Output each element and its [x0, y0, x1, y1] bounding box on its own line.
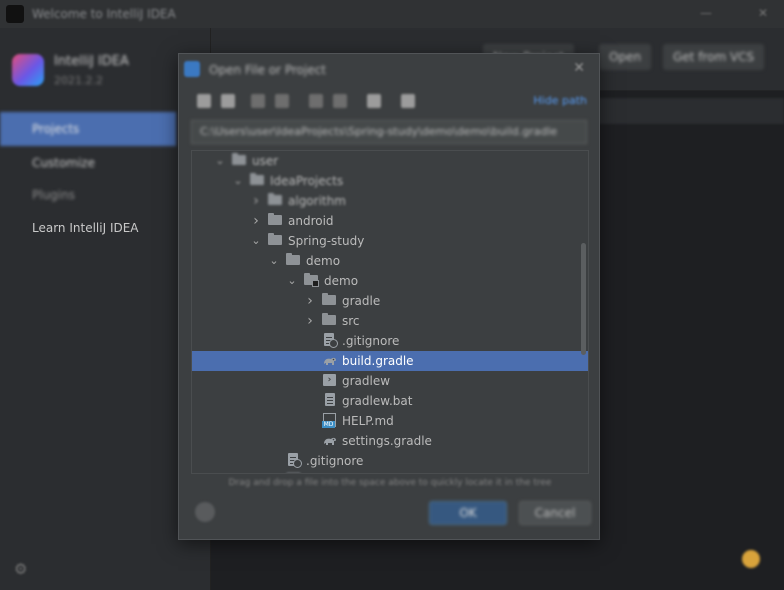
home-icon[interactable] — [197, 94, 211, 108]
chevron-right-icon[interactable]: › — [250, 211, 262, 231]
terminal-file-icon: › — [322, 371, 338, 391]
refresh-icon[interactable] — [367, 94, 381, 108]
app-version: 2021.2.2 — [54, 74, 103, 87]
dialog-title: Open File or Project — [209, 63, 326, 77]
drag-drop-hint: Drag and drop a file into the space abov… — [228, 478, 552, 488]
open-button[interactable]: Open — [599, 44, 652, 70]
folder-icon — [268, 231, 284, 251]
hide-path-link[interactable]: Hide path — [533, 94, 587, 107]
tree-row-label: build.gradle — [342, 354, 414, 368]
markdown-file-icon: MD — [286, 471, 302, 473]
tree-row-label: settings.gradle — [342, 434, 432, 448]
app-logo-icon — [6, 5, 24, 23]
folder-icon — [250, 171, 266, 191]
module-folder-icon — [304, 271, 320, 291]
gradle-elephant-icon — [322, 351, 338, 371]
tree-row[interactable]: › gradlew — [192, 371, 588, 391]
tree-row-label: .gitignore — [342, 334, 400, 348]
folder-icon — [322, 311, 338, 331]
desktop-icon[interactable] — [221, 94, 235, 108]
chevron-down-icon[interactable]: ⌄ — [232, 171, 244, 191]
tree-row[interactable]: ⌄ IdeaProjects — [192, 171, 588, 191]
folder-icon — [322, 291, 338, 311]
tree-row-label: gradlew.bat — [342, 394, 413, 408]
markdown-file-icon: MD — [322, 411, 338, 431]
delete-icon[interactable] — [333, 94, 347, 108]
chevron-down-icon[interactable]: ⌄ — [250, 231, 262, 251]
get-from-vcs-button[interactable]: Get from VCS — [663, 44, 765, 70]
ignore-file-icon — [322, 331, 338, 351]
tree-row[interactable]: › src — [192, 311, 588, 331]
notification-icon[interactable] — [742, 550, 760, 568]
tree-row-label: android — [288, 214, 334, 228]
open-file-dialog: Open File or Project ✕ Hide path C:\User… — [178, 53, 600, 540]
sidebar-item-projects[interactable]: Projects — [0, 112, 176, 146]
folder-icon — [268, 191, 284, 211]
tree-row-label: gradlew — [342, 374, 391, 388]
tree-row-label: Spring-study — [288, 234, 365, 248]
folder-icon — [232, 151, 248, 171]
help-icon[interactable] — [195, 502, 215, 522]
chevron-down-icon[interactable]: ⌄ — [286, 271, 298, 291]
sidebar-item-learn[interactable]: Learn IntelliJ IDEA — [0, 211, 176, 245]
title-bar: Welcome to IntelliJ IDEA — ✕ — [0, 0, 784, 29]
tree-row-label: demo — [324, 274, 359, 288]
intellij-logo-icon — [12, 54, 44, 86]
project-icon[interactable] — [251, 94, 265, 108]
show-hidden-icon[interactable] — [401, 94, 415, 108]
tree-row-label: HELP.md — [342, 414, 394, 428]
path-input[interactable]: C:\Users\user\IdeaProjects\Spring-study\… — [191, 120, 587, 144]
tree-row-label: algorithm — [288, 194, 346, 208]
dialog-close-icon[interactable]: ✕ — [573, 60, 585, 76]
dialog-toolbar: Hide path — [191, 90, 587, 114]
minimize-icon[interactable]: — — [700, 6, 714, 20]
tree-row[interactable]: settings.gradle — [192, 431, 588, 451]
ok-button[interactable]: OK — [429, 501, 507, 525]
tree-row[interactable]: ⌄ demo — [192, 251, 588, 271]
gradle-elephant-icon — [322, 431, 338, 451]
tree-row-label: demo — [306, 254, 341, 268]
ignore-file-icon — [286, 451, 302, 471]
folder-icon — [286, 251, 302, 271]
chevron-right-icon[interactable]: › — [250, 191, 262, 211]
dialog-app-icon — [184, 61, 200, 77]
sidebar-item-plugins[interactable]: Plugins — [0, 178, 176, 212]
module-icon[interactable] — [275, 94, 289, 108]
file-tree[interactable]: MD README.md .gitignore settings.gradle MD HE… — [191, 150, 589, 474]
tree-row[interactable]: .gitignore — [192, 331, 588, 351]
settings-gear-icon[interactable]: ⚙ — [14, 560, 27, 578]
tree-row[interactable]: .gitignore — [192, 451, 588, 471]
tree-row[interactable]: › gradle — [192, 291, 588, 311]
tree-row-label: gradle — [342, 294, 381, 308]
chevron-down-icon[interactable]: ⌄ — [214, 151, 226, 171]
tree-row[interactable]: › algorithm — [192, 191, 588, 211]
chevron-right-icon[interactable]: › — [304, 291, 316, 311]
tree-row[interactable]: MD README.md — [192, 471, 588, 473]
chevron-right-icon[interactable]: › — [304, 311, 316, 331]
tree-row[interactable]: ⌄ Spring-study — [192, 231, 588, 251]
app-name: IntelliJ IDEA — [54, 54, 129, 69]
tree-row[interactable]: ⌄ user — [192, 151, 588, 171]
tree-scrollbar[interactable] — [581, 243, 586, 355]
tree-row-label: IdeaProjects — [270, 174, 344, 188]
tree-row[interactable]: MD HELP.md — [192, 411, 588, 431]
tree-row[interactable]: gradlew.bat — [192, 391, 588, 411]
tree-row-label: src — [342, 314, 360, 328]
tree-row[interactable]: › android — [192, 211, 588, 231]
text-file-icon — [322, 391, 338, 411]
tree-row[interactable]: ⌄ demo — [192, 271, 588, 291]
tree-row-label: README.md — [306, 471, 380, 473]
folder-icon — [268, 211, 284, 231]
chevron-down-icon[interactable]: ⌄ — [268, 251, 280, 271]
tree-row-label: user — [252, 154, 279, 168]
new-folder-icon[interactable] — [309, 94, 323, 108]
close-window-icon[interactable]: ✕ — [758, 6, 772, 20]
tree-row[interactable]: build.gradle — [192, 351, 588, 371]
cancel-button[interactable]: Cancel — [519, 501, 591, 525]
tree-row-label: .gitignore — [306, 454, 364, 468]
window-title: Welcome to IntelliJ IDEA — [32, 7, 176, 21]
sidebar-item-customize[interactable]: Customize — [0, 146, 176, 180]
